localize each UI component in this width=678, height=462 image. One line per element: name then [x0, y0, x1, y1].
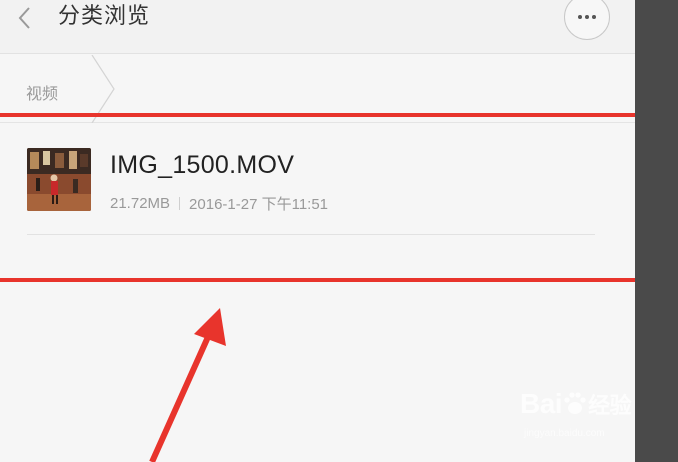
list-item[interactable]: IMG_1500.MOV 21.72MB 2016-1-27 下午11:51 — [0, 124, 635, 234]
more-dots-icon — [585, 15, 589, 19]
back-button[interactable] — [10, 0, 40, 36]
watermark: Bai 经验 jingyan.baidu.com — [520, 388, 650, 448]
file-name: IMG_1500.MOV — [110, 151, 295, 179]
video-thumbnail — [27, 148, 91, 211]
chevron-left-icon — [18, 7, 30, 29]
watermark-brand: Bai — [520, 388, 563, 419]
file-size: 21.72MB — [110, 195, 171, 212]
file-meta: 21.72MB 2016-1-27 下午11:51 — [110, 193, 328, 214]
breadcrumb-item-video[interactable]: 视频 — [26, 80, 58, 104]
more-dots-icon — [592, 15, 596, 19]
meta-separator — [179, 197, 181, 210]
more-dots-icon — [578, 15, 582, 19]
page-title: 分类浏览 — [58, 3, 151, 28]
paw-icon — [564, 392, 586, 414]
file-date: 2016-1-27 下午11:51 — [189, 196, 329, 213]
divider — [27, 234, 595, 235]
watermark-url: jingyan.baidu.com — [524, 428, 605, 439]
watermark-brand-cn: 经验 — [588, 393, 632, 418]
watermark-logo: Bai 经验 — [520, 388, 650, 420]
app-header: 分类浏览 — [0, 0, 635, 54]
annotation-line-bottom — [0, 278, 635, 282]
annotation-line-top — [0, 113, 635, 117]
more-button[interactable] — [564, 0, 610, 40]
annotation-arrow — [149, 308, 226, 462]
